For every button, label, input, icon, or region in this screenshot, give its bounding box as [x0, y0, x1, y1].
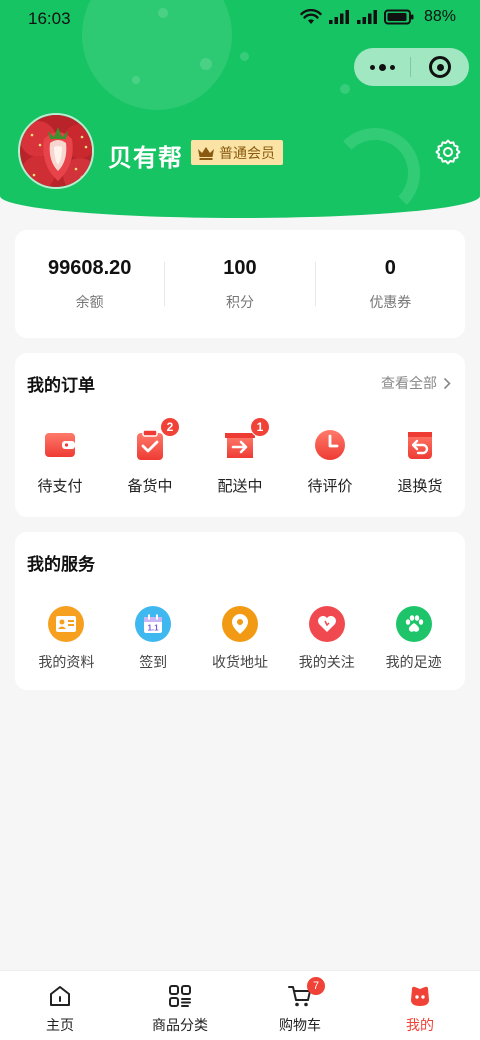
more-dots-icon — [389, 64, 395, 70]
status-bar: 16:03 88% — [0, 0, 480, 36]
order-icon-wrap — [402, 427, 438, 463]
category-icon — [167, 983, 193, 1009]
tab-label: 商品分类 — [152, 1018, 208, 1034]
balance-value: 99608.20 — [47, 256, 132, 279]
heart-icon — [308, 606, 345, 642]
order-label: 退换货 — [397, 477, 443, 495]
close-miniprogram-button[interactable] — [411, 48, 469, 86]
more-menu-button[interactable] — [354, 48, 410, 86]
order-returns[interactable]: 退换货 — [375, 427, 465, 496]
battery-percentage: 88% — [423, 8, 456, 25]
service-label: 我的关注 — [298, 655, 355, 671]
coupons-value: 0 — [384, 256, 396, 279]
points-value: 100 — [223, 256, 257, 279]
service-label: 签到 — [139, 655, 168, 671]
order-label: 备货中 — [127, 477, 173, 495]
services-row: 我的资料 1.1 签到 收货地址 我的关注 我的足迹 — [15, 606, 465, 672]
battery-icon — [383, 9, 414, 25]
my-orders-card: 我的订单 查看全部 待支付 2 备货中 1 配送中 待评价 退换货 — [15, 353, 465, 517]
header-decoration-arc — [330, 128, 420, 218]
points-stat[interactable]: 100 积分 — [165, 257, 314, 312]
service-shipping-address[interactable]: 收货地址 — [197, 606, 284, 672]
crown-icon — [198, 146, 214, 160]
order-label: 待评价 — [307, 477, 353, 495]
return-box-icon — [408, 432, 432, 459]
my-icon — [407, 983, 433, 1009]
header-decoration-dot — [132, 76, 140, 84]
close-target-icon — [429, 56, 451, 78]
clock-icon — [315, 430, 345, 460]
location-pin-icon — [221, 606, 258, 642]
miniprogram-capsule — [354, 48, 469, 86]
coupons-label: 优惠券 — [369, 294, 412, 311]
gear-icon — [435, 139, 461, 165]
order-delivering[interactable]: 1 配送中 — [195, 417, 285, 496]
service-label: 我的资料 — [38, 655, 95, 671]
chevron-right-icon — [443, 377, 451, 389]
member-level-badge: 普通会员 — [191, 140, 283, 165]
username: 贝有帮 — [108, 144, 183, 172]
calendar-date-text: 1.1 — [148, 624, 160, 633]
calendar-icon: 1.1 — [135, 606, 172, 642]
status-icons: 88% — [300, 8, 456, 26]
service-label: 我的足迹 — [385, 655, 442, 671]
view-all-orders-link[interactable]: 查看全部 — [381, 373, 451, 393]
services-title: 我的服务 — [27, 555, 95, 575]
cart-count-badge: 7 — [307, 977, 325, 995]
settings-button[interactable] — [434, 138, 462, 166]
order-icon-wrap — [42, 427, 78, 463]
service-label: 收货地址 — [211, 655, 268, 671]
service-my-profile[interactable]: 我的资料 — [23, 606, 110, 672]
tab-label: 购物车 — [279, 1018, 321, 1034]
order-label: 配送中 — [217, 477, 263, 495]
wifi-icon — [300, 9, 322, 24]
account-stats-card: 99608.20 余额 100 积分 0 优惠券 — [15, 230, 465, 338]
order-preparing[interactable]: 2 备货中 — [105, 417, 195, 496]
home-icon — [47, 983, 73, 1009]
my-services-card: 我的服务 我的资料 1.1 签到 收货地址 我的关注 我的足迹 — [15, 532, 465, 690]
header-decoration-dot — [240, 52, 249, 61]
tab-home[interactable]: 主页 — [0, 971, 120, 1040]
signal-icon — [328, 10, 349, 24]
cart-icon: 7 — [287, 977, 325, 1009]
tab-cart[interactable]: 7 购物车 — [240, 971, 360, 1040]
order-status-row: 待支付 2 备货中 1 配送中 待评价 退换货 — [15, 417, 465, 496]
order-icon-wrap: 1 — [222, 417, 270, 463]
wallet-icon — [45, 433, 75, 457]
order-count-badge: 2 — [160, 417, 180, 437]
orders-title: 我的订单 — [27, 376, 95, 396]
points-label: 积分 — [225, 294, 254, 311]
order-label: 待支付 — [37, 477, 83, 495]
service-check-in[interactable]: 1.1 签到 — [110, 606, 197, 672]
signal-icon — [356, 10, 377, 24]
balance-stat[interactable]: 99608.20 余额 — [15, 257, 164, 312]
tab-label: 主页 — [46, 1018, 74, 1034]
service-my-follows[interactable]: 我的关注 — [283, 606, 370, 672]
order-icon-wrap — [312, 427, 348, 463]
order-to-review[interactable]: 待评价 — [285, 427, 375, 496]
balance-label: 余额 — [75, 294, 104, 311]
tab-label: 我的 — [406, 1018, 434, 1034]
more-dots-icon — [369, 64, 375, 70]
service-my-footprints[interactable]: 我的足迹 — [370, 606, 457, 672]
status-time: 16:03 — [28, 9, 71, 28]
avatar[interactable] — [18, 113, 94, 189]
order-icon-wrap: 2 — [132, 417, 180, 463]
coupons-stat[interactable]: 0 优惠券 — [316, 257, 465, 312]
member-level-text: 普通会员 — [219, 145, 275, 162]
more-dots-icon — [378, 63, 386, 71]
view-all-label: 查看全部 — [381, 376, 437, 392]
paw-icon — [395, 606, 432, 642]
profile-card-icon — [48, 606, 85, 642]
bottom-tab-bar: 主页 商品分类 7 购物车 我的 — [0, 970, 480, 1040]
order-pending-payment[interactable]: 待支付 — [15, 427, 105, 496]
header-decoration-dot — [340, 84, 350, 94]
header-decoration-dot — [200, 58, 212, 70]
tab-categories[interactable]: 商品分类 — [120, 971, 240, 1040]
tab-my[interactable]: 我的 — [360, 971, 480, 1040]
order-count-badge: 1 — [250, 417, 270, 437]
